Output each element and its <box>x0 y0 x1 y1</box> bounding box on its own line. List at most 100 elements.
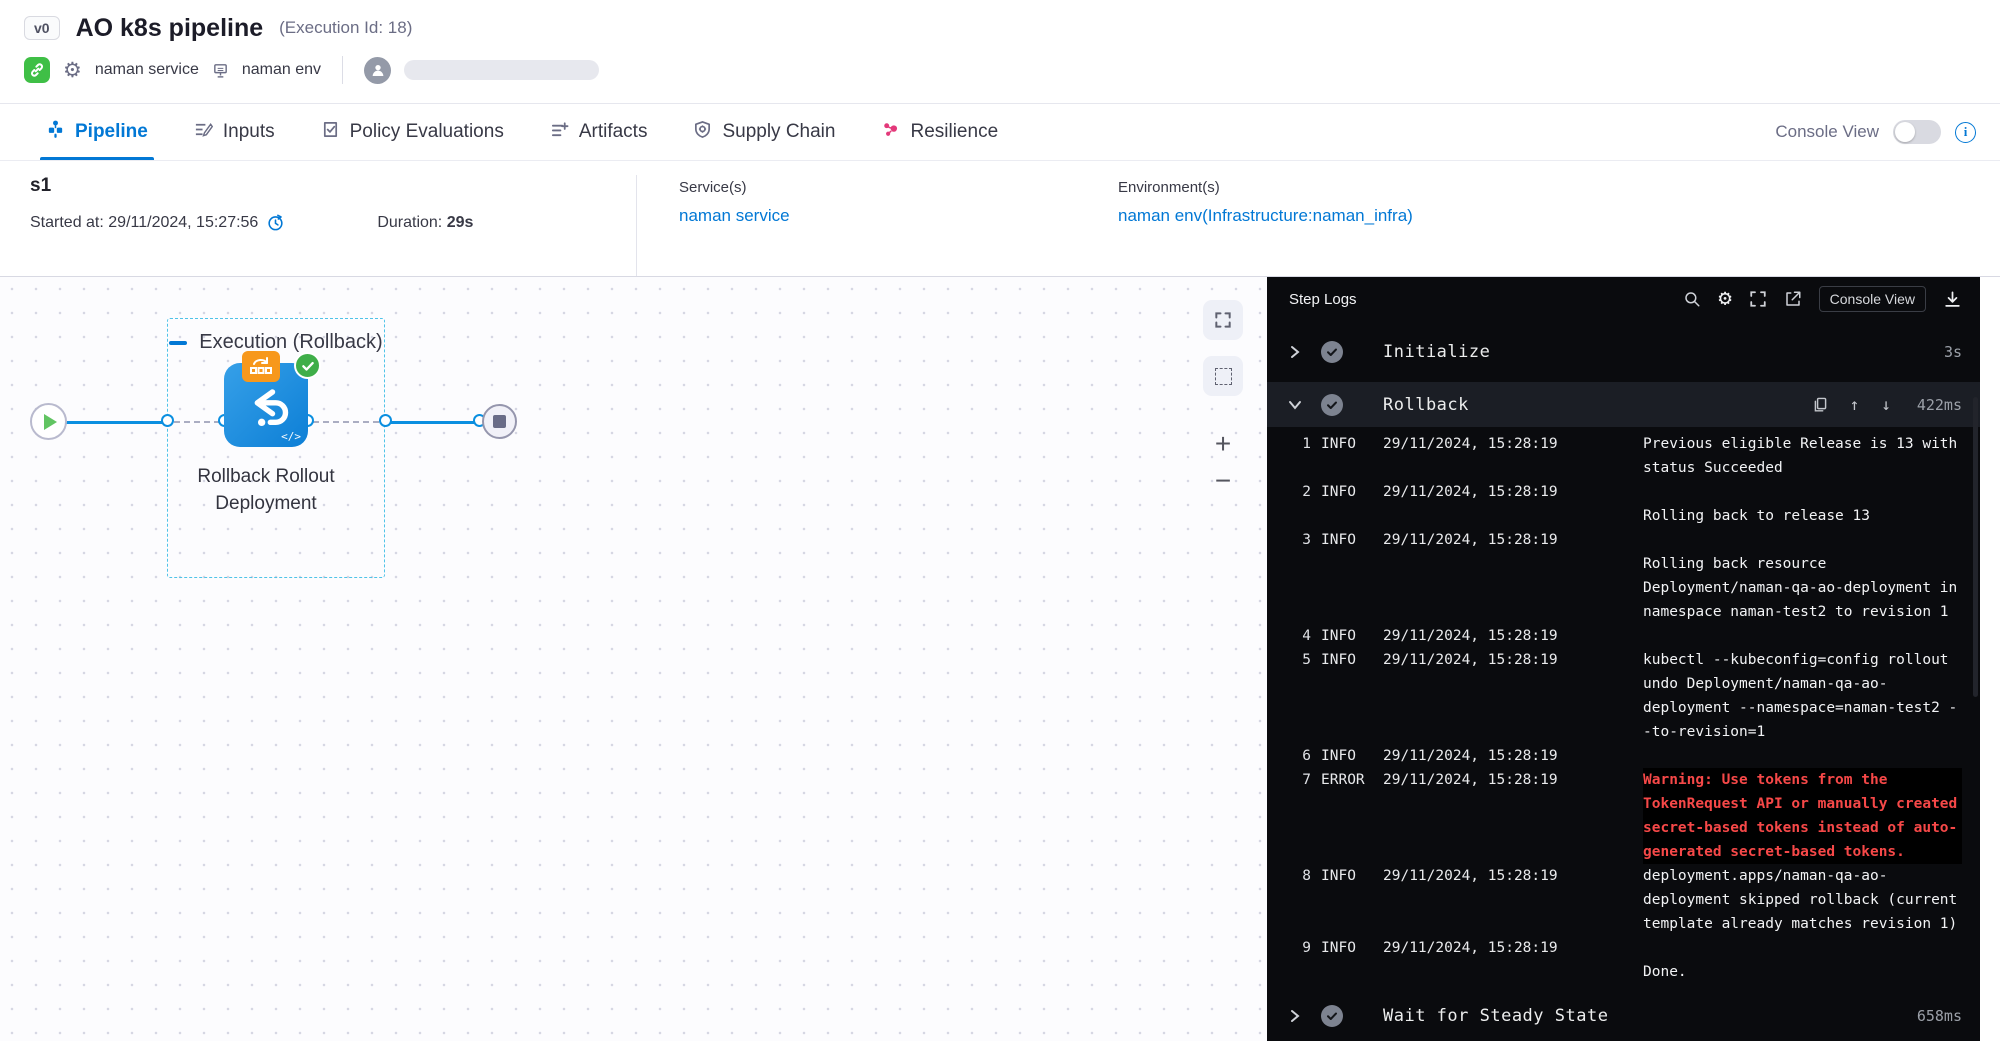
edge-end <box>391 421 476 424</box>
step-row-initialize[interactable]: Initialize 3s <box>1267 321 1980 382</box>
log-line: 6INFO29/11/2024, 15:28:19 <box>1267 744 1980 768</box>
scroll-up-icon[interactable]: ↑ <box>1850 395 1860 414</box>
step-row-rollback[interactable]: Rollback ↑ ↓ 422ms <box>1267 382 1980 427</box>
search-icon[interactable] <box>1683 290 1701 308</box>
copy-logs-icon[interactable] <box>1813 397 1828 413</box>
tab-pipeline-label: Pipeline <box>75 121 148 143</box>
artifacts-icon <box>550 120 569 145</box>
connector-dot <box>379 414 392 427</box>
canvas-fullscreen-button[interactable] <box>1203 300 1243 340</box>
minus-icon: − <box>1215 465 1231 497</box>
step-success-badge <box>1321 394 1343 416</box>
stage-name: s1 <box>30 175 636 197</box>
log-number: 1 <box>1285 432 1311 456</box>
step-name: Rollback <box>1383 395 1469 415</box>
tab-pipeline[interactable]: Pipeline <box>46 104 148 160</box>
chevron-down-icon[interactable] <box>1287 399 1303 411</box>
log-line: 5INFO29/11/2024, 15:28:19kubectl --kubec… <box>1267 648 1980 744</box>
tab-supply-chain[interactable]: Supply Chain <box>693 104 835 160</box>
scroll-down-icon[interactable]: ↓ <box>1881 395 1891 414</box>
log-message: Done. <box>1643 936 1962 984</box>
zoom-in-button[interactable]: + <box>1203 424 1243 464</box>
rollout-badge-icon <box>242 351 280 382</box>
environment-link[interactable]: naman env(Infrastructure:naman_infra) <box>1118 206 1413 226</box>
service-link[interactable]: naman service <box>679 206 1076 226</box>
tab-supply-chain-label: Supply Chain <box>722 121 835 143</box>
log-time: 29/11/2024, 15:28:19 <box>1383 648 1633 672</box>
log-level: INFO <box>1321 864 1373 888</box>
chevron-right-icon[interactable] <box>1287 1009 1303 1023</box>
log-number: 8 <box>1285 864 1311 888</box>
chevron-right-icon[interactable] <box>1287 345 1303 359</box>
inputs-icon <box>194 120 213 145</box>
console-view-label: Console View <box>1775 122 1879 142</box>
log-number: 7 <box>1285 768 1311 792</box>
tab-policy-label: Policy Evaluations <box>350 121 504 143</box>
step-success-badge <box>1321 341 1343 363</box>
log-time: 29/11/2024, 15:28:19 <box>1383 480 1633 504</box>
connector-dot <box>161 414 174 427</box>
log-line-error: 7ERROR29/11/2024, 15:28:19Warning: Use t… <box>1267 768 1980 864</box>
console-view-button[interactable]: Console View <box>1819 286 1926 312</box>
collapse-icon[interactable] <box>169 341 187 345</box>
expand-fullscreen-icon[interactable] <box>1749 290 1767 308</box>
zoom-out-button[interactable]: − <box>1203 461 1243 501</box>
duration: Duration: 29s <box>377 214 473 232</box>
step-node-label-line2: Deployment <box>146 490 386 517</box>
header-env-name: naman env <box>242 61 321 79</box>
edge-start <box>66 421 162 424</box>
canvas-select-area-button[interactable] <box>1203 356 1243 396</box>
console-view-toggle[interactable] <box>1893 120 1941 144</box>
play-icon <box>44 414 57 430</box>
step-duration: 658ms <box>1917 1007 1962 1025</box>
pipeline-end-node[interactable] <box>482 404 517 439</box>
log-message: kubectl --kubeconfig=config rollout undo… <box>1643 648 1962 744</box>
tab-inputs[interactable]: Inputs <box>194 104 275 160</box>
step-logs-panel: Step Logs ⚙ Console View Ini <box>1267 277 1980 1041</box>
step-node-label: Rollback Rollout Deployment <box>146 463 386 517</box>
pipeline-start-node[interactable] <box>30 403 67 440</box>
started-at-text: Started at: 29/11/2024, 15:27:56 <box>30 214 258 232</box>
log-scrollbar[interactable] <box>1973 397 1978 697</box>
supply-chain-icon <box>693 120 712 145</box>
pipeline-title: AO k8s pipeline <box>76 14 264 43</box>
execution-id: (Execution Id: 18) <box>279 18 412 38</box>
stage-summary-bar: s1 Started at: 29/11/2024, 15:27:56 Dura… <box>0 161 2000 277</box>
marquee-icon <box>1215 368 1232 385</box>
version-badge: v0 <box>24 16 60 40</box>
log-time: 29/11/2024, 15:28:19 <box>1383 768 1633 792</box>
stage-box-label: Execution (Rollback) <box>199 331 382 354</box>
log-line: 1INFO29/11/2024, 15:28:19Previous eligib… <box>1267 432 1980 480</box>
tab-bar: Pipeline Inputs Policy Evaluations Artif… <box>0 104 2000 161</box>
services-label: Service(s) <box>679 179 1076 196</box>
pipeline-canvas[interactable]: Execution (Rollback) </> Ro <box>0 277 1267 1041</box>
tab-policy-evaluations[interactable]: Policy Evaluations <box>321 104 504 160</box>
policy-check-icon <box>321 120 340 145</box>
tab-resilience[interactable]: Resilience <box>881 104 998 160</box>
toggle-knob <box>1895 122 1915 142</box>
download-logs-icon[interactable] <box>1943 290 1962 309</box>
plus-icon: + <box>1215 428 1231 460</box>
log-level: INFO <box>1321 624 1373 648</box>
log-level: INFO <box>1321 648 1373 672</box>
timer-icon[interactable] <box>266 213 285 232</box>
log-line: 4INFO29/11/2024, 15:28:19 <box>1267 624 1980 648</box>
log-settings-gear-icon[interactable]: ⚙ <box>1718 288 1731 310</box>
tab-artifacts[interactable]: Artifacts <box>550 104 648 160</box>
environments-section: Environment(s) naman env(Infrastructure:… <box>1076 175 1413 276</box>
step-duration: 422ms <box>1917 396 1962 414</box>
log-level: INFO <box>1321 936 1373 960</box>
step-row-wait-for-steady-state[interactable]: Wait for Steady State 658ms <box>1267 991 1980 1041</box>
header-service-name: naman service <box>95 61 199 79</box>
log-number: 4 <box>1285 624 1311 648</box>
open-in-new-icon[interactable] <box>1784 290 1802 308</box>
log-output[interactable]: 1INFO29/11/2024, 15:28:19Previous eligib… <box>1267 427 1980 991</box>
log-line: 3INFO29/11/2024, 15:28:19 Rolling back r… <box>1267 528 1980 624</box>
environment-icon <box>212 62 229 79</box>
info-icon[interactable]: i <box>1955 122 1976 143</box>
step-logs-header: Step Logs ⚙ Console View <box>1267 277 1980 321</box>
step-success-badge <box>1321 1005 1343 1027</box>
log-message: Rolling back resource Deployment/naman-q… <box>1643 528 1962 624</box>
log-number: 9 <box>1285 936 1311 960</box>
log-message: Warning: Use tokens from the TokenReques… <box>1643 768 1962 864</box>
